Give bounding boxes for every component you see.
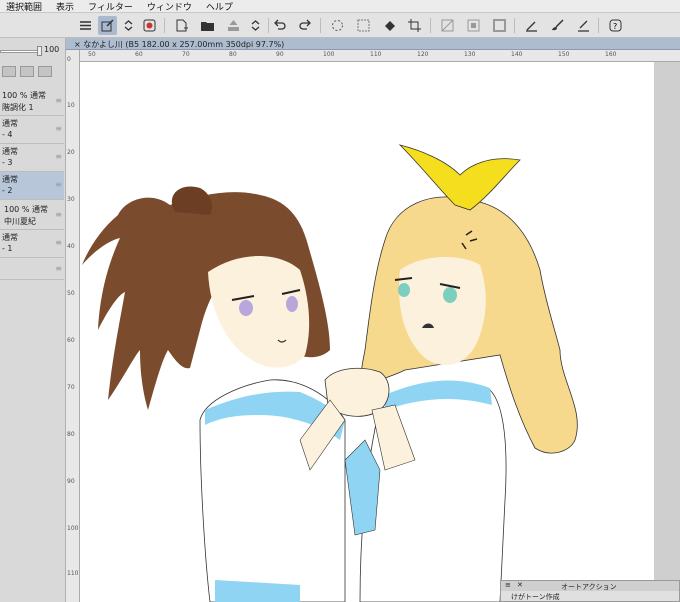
undo-icon[interactable] — [270, 16, 289, 35]
layer-row[interactable]: 通常 - 1 ≡ — [0, 230, 64, 258]
close-icon[interactable]: ✕ — [517, 581, 523, 589]
auto-action-item[interactable]: けがトーン作成 — [511, 592, 560, 602]
canvas-tab-bar: × なかよし川 (B5 182.00 x 257.00mm 350dpi 97.… — [66, 38, 680, 50]
chevron-updown-icon[interactable] — [246, 16, 265, 35]
opacity-slider[interactable]: 100 — [0, 44, 66, 58]
layer-lock-icon[interactable] — [2, 66, 16, 77]
new-file-icon[interactable] — [172, 16, 191, 35]
auto-action-panel: ≡ ✕ オートアクション けがトーン作成 — [500, 580, 680, 602]
menu-item-help[interactable]: ヘルプ — [206, 0, 233, 13]
fill-icon[interactable] — [380, 16, 399, 35]
menu-icon[interactable] — [76, 16, 95, 35]
menu-bar: 選択範囲 表示 フィルター ウィンドウ ヘルプ — [0, 0, 680, 13]
command-bar: ? — [0, 13, 680, 38]
drag-handle-icon[interactable]: ≡ — [55, 264, 62, 273]
drag-handle-icon[interactable]: ≡ — [55, 238, 62, 247]
illustration — [82, 144, 578, 602]
chevron-updown-icon[interactable] — [119, 16, 138, 35]
layer-ref-icon[interactable] — [38, 66, 52, 77]
menu-item-filter[interactable]: フィルター — [88, 0, 133, 13]
layer-row[interactable]: ≡ — [0, 258, 64, 280]
horizontal-ruler: 50 60 70 80 90 100 110 120 130 140 150 1… — [80, 50, 680, 62]
menu-item-window[interactable]: ウィンドウ — [147, 0, 192, 13]
drag-handle-icon[interactable]: ≡ — [55, 124, 62, 133]
vertical-ruler: 0 10 20 30 40 50 60 70 80 90 100 110 — [66, 50, 80, 602]
drag-handle-icon[interactable]: ≡ — [55, 152, 62, 161]
auto-action-header: ≡ ✕ オートアクション — [501, 581, 679, 591]
layer-panel: 100 100 % 通常 階調化 1 ≡ 通常 - 4 ≡ 通常 - 3 ≡ 通… — [0, 38, 66, 602]
menu-item-selection[interactable]: 選択範囲 — [6, 0, 42, 13]
selection-invert-icon[interactable] — [464, 16, 483, 35]
layer-row[interactable]: 100 % 通常 階調化 1 ≡ — [0, 86, 64, 116]
svg-text:?: ? — [613, 22, 617, 31]
layer-row-selected[interactable]: 通常 - 2 ≡ — [0, 172, 64, 200]
selection-border-icon[interactable] — [490, 16, 509, 35]
layer-row[interactable]: 通常 - 3 ≡ — [0, 144, 64, 172]
brush-stroke-icon[interactable] — [574, 16, 593, 35]
drag-handle-icon[interactable]: ≡ — [55, 96, 62, 105]
layer-row[interactable]: 100 % 通常 中川夏紀 ≡ — [0, 200, 64, 230]
canvas-scroll-margin — [654, 62, 680, 602]
color-picker-icon[interactable] — [140, 16, 159, 35]
redo-icon[interactable] — [296, 16, 315, 35]
drag-handle-icon[interactable]: ≡ — [55, 210, 62, 219]
save-icon[interactable] — [224, 16, 243, 35]
open-folder-icon[interactable] — [198, 16, 217, 35]
opacity-value: 100 — [44, 45, 60, 54]
layer-tool-icons — [2, 66, 52, 77]
panel-menu-icon[interactable]: ≡ — [505, 581, 511, 589]
transform-icon[interactable] — [98, 16, 117, 35]
canvas-tab[interactable]: × なかよし川 (B5 182.00 x 257.00mm 350dpi 97.… — [74, 39, 284, 50]
layer-row[interactable]: 通常 - 4 ≡ — [0, 116, 64, 144]
menu-item-view[interactable]: 表示 — [56, 0, 74, 13]
ruler-pen-icon[interactable] — [522, 16, 541, 35]
filter-icon[interactable] — [354, 16, 373, 35]
loading-icon[interactable] — [328, 16, 347, 35]
crop-icon[interactable] — [405, 16, 424, 35]
layer-mask-icon[interactable] — [20, 66, 34, 77]
help-icon[interactable]: ? — [606, 16, 625, 35]
opacity-knob[interactable] — [37, 46, 42, 56]
selection-clear-icon[interactable] — [438, 16, 457, 35]
drag-handle-icon[interactable]: ≡ — [55, 180, 62, 189]
brush-icon[interactable] — [548, 16, 567, 35]
